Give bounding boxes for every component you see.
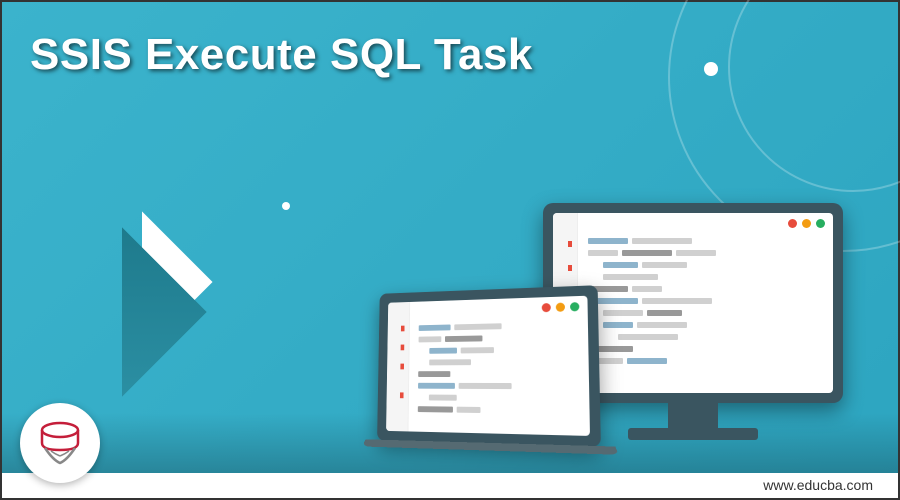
minimize-dot-icon <box>556 303 565 312</box>
breakpoint-icon <box>568 241 572 247</box>
banner-title: SSIS Execute SQL Task <box>30 30 533 80</box>
brand-icon-circle <box>20 403 100 483</box>
decorative-dot <box>704 62 718 76</box>
decorative-dot <box>282 202 290 210</box>
banner-container: SSIS Execute SQL Task <box>0 0 900 500</box>
close-dot-icon <box>788 219 797 228</box>
laptop-screen-content <box>386 296 590 436</box>
laptop-illustration <box>378 283 620 473</box>
website-url: www.educba.com <box>763 477 873 493</box>
code-gutter <box>386 302 410 431</box>
monitor-stand <box>668 403 718 428</box>
breakpoint-icon <box>401 326 405 332</box>
minimize-dot-icon <box>802 219 811 228</box>
breakpoint-icon <box>400 364 404 370</box>
breakpoint-icon <box>568 265 572 271</box>
breakpoint-icon <box>401 345 405 351</box>
code-content <box>588 238 823 370</box>
close-dot-icon <box>542 303 551 312</box>
monitor-base <box>628 428 758 440</box>
sql-server-database-icon <box>35 418 85 468</box>
window-controls <box>788 219 825 228</box>
laptop-frame <box>377 285 601 447</box>
maximize-dot-icon <box>570 302 579 311</box>
code-content <box>418 321 579 420</box>
breakpoint-icon <box>400 392 404 398</box>
window-controls <box>542 302 580 312</box>
maximize-dot-icon <box>816 219 825 228</box>
